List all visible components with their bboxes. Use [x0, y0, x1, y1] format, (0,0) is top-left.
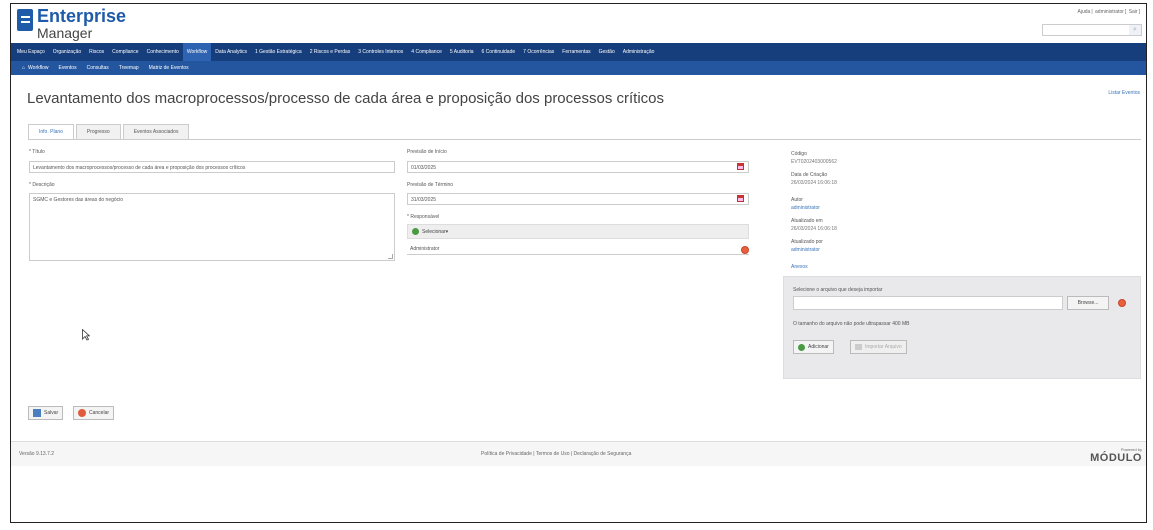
modulo-logo: Powered by MÓDULO	[1090, 447, 1142, 464]
autor-link[interactable]: administrator	[791, 205, 820, 211]
cancel-label: Cancelar	[89, 410, 110, 416]
inicio-label: Previsão de Início	[407, 149, 447, 155]
page-title: Levantamento dos macroprocessos/processo…	[27, 90, 665, 107]
anexo-size-note: O tamanho do arquivo não pode ultrapassa…	[793, 321, 910, 327]
cancel-button[interactable]: Cancelar	[73, 406, 115, 420]
autor-label: Autor	[791, 197, 803, 203]
sub-menu: Workflow Eventos Consultas Treemap Matri…	[11, 61, 1146, 75]
submenu-eventos[interactable]: Eventos	[54, 65, 82, 71]
cancel-icon	[78, 409, 86, 417]
criacao-value: 26/03/2024 16:06:18	[791, 180, 837, 186]
clear-file-icon[interactable]	[1118, 299, 1126, 307]
atualizado-por-label: Atualizado por	[791, 239, 823, 245]
responsavel-label: * Responsável	[407, 214, 440, 220]
menu-item[interactable]: 3 Controles Internos	[354, 43, 407, 61]
tab-divider	[28, 139, 1141, 140]
menu-item[interactable]: Gestão	[595, 43, 619, 61]
importar-button[interactable]: Importar Arquivo	[850, 340, 907, 354]
selecionar-label: Selecionar	[422, 228, 446, 235]
adicionar-label: Adicionar	[808, 344, 829, 350]
tab-eventos-associados[interactable]: Eventos Associados	[122, 124, 190, 139]
menu-item[interactable]: Organização	[49, 43, 85, 61]
calendar-icon[interactable]	[737, 163, 744, 170]
menu-item[interactable]: 7 Ocorrências	[519, 43, 558, 61]
resize-grip-icon[interactable]	[388, 254, 393, 259]
mouse-cursor-icon	[82, 329, 90, 341]
main-menu: Meu Espaço Organização Riscos Compliance…	[11, 43, 1146, 61]
menu-item[interactable]: 6 Continuidade	[478, 43, 520, 61]
save-icon	[33, 409, 41, 417]
menu-item[interactable]: Riscos	[85, 43, 108, 61]
menu-item[interactable]: Conhecimento	[143, 43, 183, 61]
termino-label: Previsão de Término	[407, 182, 454, 188]
menu-item[interactable]: Data Analytics	[211, 43, 251, 61]
menu-item[interactable]: Ferramentas	[558, 43, 594, 61]
save-button[interactable]: Salvar	[28, 406, 64, 420]
tab-progresso[interactable]: Progresso	[75, 124, 121, 139]
help-link[interactable]: Ajuda	[1078, 9, 1091, 15]
menu-item[interactable]: Meu Espaço	[13, 43, 49, 61]
atualizado-em-label: Atualizado em	[791, 218, 823, 224]
menu-item[interactable]: 5 Auditoria	[446, 43, 478, 61]
list-events-link[interactable]: Listar Eventos	[1108, 90, 1140, 96]
inicio-field[interactable]: 01/03/2025	[407, 161, 749, 173]
menu-item-workflow[interactable]: Workflow	[182, 43, 212, 61]
anexo-select-label: Selecione o arquivo que deseja importar	[793, 287, 883, 293]
search-icon[interactable]: ⌕	[1129, 25, 1141, 35]
termino-field[interactable]: 31/03/2025	[407, 193, 749, 205]
footer-links[interactable]: Política de Privacidade | Termos de Uso …	[481, 451, 631, 457]
calendar-icon[interactable]	[737, 195, 744, 202]
descricao-text: SGMC e Gestores das áreas do negócio	[33, 197, 124, 203]
anexo-panel: Selecione o arquivo que deseja importar …	[783, 276, 1141, 379]
modulo-brand: MÓDULO	[1090, 452, 1142, 464]
tab-info-plano[interactable]: Info. Plano	[28, 124, 74, 139]
selecionar-button[interactable]: Selecionar ▾	[412, 228, 448, 235]
logo-name: Enterprise	[37, 6, 127, 26]
logo-subname: Manager	[37, 25, 93, 41]
responsavel-toolbar: Selecionar ▾	[407, 224, 749, 239]
remove-icon[interactable]	[741, 246, 749, 254]
codigo-value: EVT0202403000562	[791, 159, 837, 165]
version-text: Versão 9.13.7.2	[19, 451, 55, 457]
descricao-label: * Descrição	[29, 182, 55, 188]
criacao-label: Data de Criação	[791, 172, 828, 178]
descricao-field[interactable]: SGMC e Gestores das áreas do negócio	[29, 193, 395, 261]
menu-item[interactable]: Compliance	[108, 43, 142, 61]
logout-link[interactable]: Sair	[1129, 9, 1138, 15]
tab-bar: Info. Plano Progresso Eventos Associados	[28, 124, 191, 139]
codigo-label: Código	[791, 151, 807, 157]
submenu-matriz-eventos[interactable]: Matriz de Eventos	[144, 65, 194, 71]
submenu-workflow[interactable]: Workflow	[17, 65, 54, 71]
menu-item[interactable]: 4 Compliance	[407, 43, 446, 61]
app-logo[interactable]: Enterprise Manager	[17, 7, 126, 40]
responsavel-value: Administrator	[407, 243, 749, 255]
save-label: Salvar	[44, 410, 59, 416]
app-window: Enterprise Manager Ajuda| administrator[…	[10, 3, 1147, 523]
plus-icon	[798, 343, 805, 351]
logo-icon	[17, 9, 33, 31]
file-path-field[interactable]	[793, 296, 1063, 310]
atualizado-por-link[interactable]: administrator	[791, 247, 820, 253]
header: Enterprise Manager Ajuda| administrator[…	[11, 4, 1146, 42]
titulo-field[interactable]: Levantamento dos macroprocessos/processo…	[29, 161, 395, 173]
importar-label: Importar Arquivo	[865, 344, 902, 350]
user-icon	[412, 228, 419, 235]
top-links: Ajuda| administrator[ Sair]	[1077, 9, 1140, 15]
adicionar-button[interactable]: Adicionar	[793, 340, 834, 354]
submenu-treemap[interactable]: Treemap	[114, 65, 144, 71]
menu-item[interactable]: 2 Riscos e Perdas	[306, 43, 355, 61]
search-input[interactable]: ⌕	[1042, 24, 1142, 36]
import-icon	[855, 344, 862, 350]
titulo-label: * Título	[29, 149, 45, 155]
anexos-label: Anexos	[791, 264, 808, 270]
user-link[interactable]: administrator	[1095, 9, 1124, 15]
submenu-consultas[interactable]: Consultas	[82, 65, 114, 71]
browse-button[interactable]: Browse...	[1067, 296, 1109, 310]
atualizado-em-value: 26/03/2024 16:06:18	[791, 226, 837, 232]
menu-item[interactable]: Administração	[619, 43, 659, 61]
menu-item[interactable]: 1 Gestão Estratégica	[251, 43, 306, 61]
